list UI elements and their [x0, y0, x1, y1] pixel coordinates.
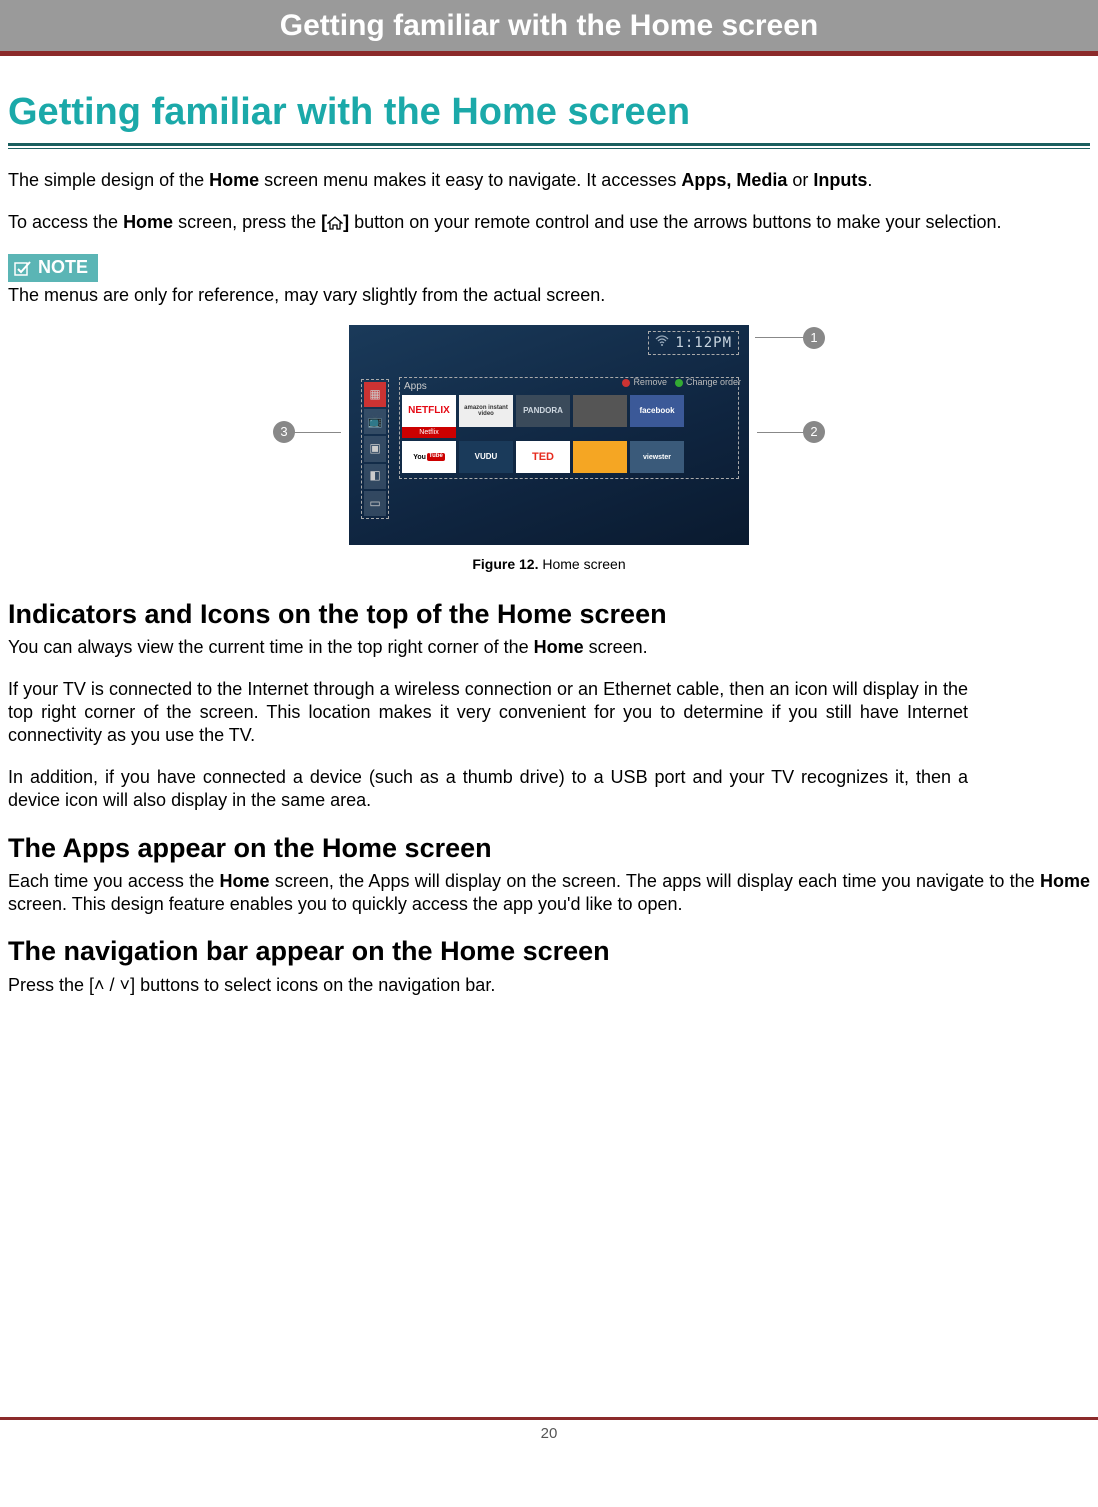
- main-heading: Getting familiar with the Home screen: [8, 88, 1090, 137]
- netflix-selected-label: Netflix: [402, 427, 456, 438]
- figure-caption: Figure 12. Home screen: [8, 555, 1090, 573]
- tv-screenshot: 1:12PM Remove Change order ▦ 📺 ▣ ◧ ▭ App…: [349, 325, 749, 545]
- callout-2-line: [757, 432, 805, 433]
- apps-grid: Apps NETFLIX Netflix amazon instant vide…: [399, 377, 739, 479]
- header-title: Getting familiar with the Home screen: [280, 9, 818, 42]
- app-row-1: NETFLIX Netflix amazon instant video PAN…: [402, 395, 736, 438]
- app-tile-viewster: viewster: [630, 441, 684, 473]
- app-tile-facebook: facebook: [630, 395, 684, 427]
- section-indicators-heading: Indicators and Icons on the top of the H…: [8, 597, 1090, 632]
- app-tile-amazon: amazon instant video: [459, 395, 513, 427]
- callout-1: 1: [803, 327, 825, 349]
- page-number: 20: [0, 1420, 1098, 1454]
- section-nav-heading: The navigation bar appear on the Home sc…: [8, 934, 1090, 969]
- nav-icon-3: ▣: [364, 436, 386, 461]
- nav-p1: Press the [˄ / ˅] buttons to select icon…: [8, 974, 1090, 997]
- app-tile-vudu: VUDU: [459, 441, 513, 473]
- app-tile-ted: TED: [516, 441, 570, 473]
- title-divider: [8, 143, 1090, 149]
- intro-paragraph-1: The simple design of the Home screen men…: [8, 169, 1090, 192]
- nav-icon-apps: ▦: [364, 382, 386, 407]
- home-icon: [327, 213, 343, 236]
- checkbox-icon: [14, 260, 32, 276]
- nav-icon-4: ◧: [364, 464, 386, 489]
- app-tile-unknown2: [573, 441, 627, 473]
- app-tile-youtube: YouTube: [402, 441, 456, 473]
- wifi-icon: [655, 335, 669, 351]
- app-tile-unknown1: [573, 395, 627, 427]
- note-label: NOTE: [38, 256, 88, 279]
- section-apps-heading: The Apps appear on the Home screen: [8, 831, 1090, 866]
- status-indicator-area: 1:12PM: [648, 331, 739, 355]
- app-row-2: YouTube VUDU TED viewster: [402, 441, 736, 473]
- apps-p1: Each time you access the Home screen, th…: [8, 870, 1090, 917]
- navigation-sidebar: ▦ 📺 ▣ ◧ ▭: [361, 379, 389, 519]
- nav-icon-5: ▭: [364, 491, 386, 516]
- callout-3: 3: [273, 421, 295, 443]
- indicators-p2: If your TV is connected to the Internet …: [8, 678, 968, 748]
- callout-3-line: [293, 432, 341, 433]
- clock-display: 1:12PM: [675, 334, 732, 352]
- callout-1-line: [755, 337, 805, 338]
- indicators-p3: In addition, if you have connected a dev…: [8, 766, 968, 813]
- app-tile-netflix: NETFLIX: [402, 395, 456, 427]
- note-badge: NOTE: [8, 254, 98, 281]
- figure-home-screen: 1:12PM Remove Change order ▦ 📺 ▣ ◧ ▭ App…: [309, 325, 789, 545]
- indicators-p1: You can always view the current time in …: [8, 636, 1090, 659]
- up-down-arrows-icon: ˄ / ˅: [94, 975, 130, 995]
- apps-label: Apps: [402, 380, 736, 393]
- callout-2: 2: [803, 421, 825, 443]
- note-text: The menus are only for reference, may va…: [8, 284, 1090, 307]
- nav-icon-2: 📺: [364, 409, 386, 434]
- intro-paragraph-2: To access the Home screen, press the [] …: [8, 211, 1090, 236]
- app-tile-pandora: PANDORA: [516, 395, 570, 427]
- page-header-bar: Getting familiar with the Home screen: [0, 0, 1098, 56]
